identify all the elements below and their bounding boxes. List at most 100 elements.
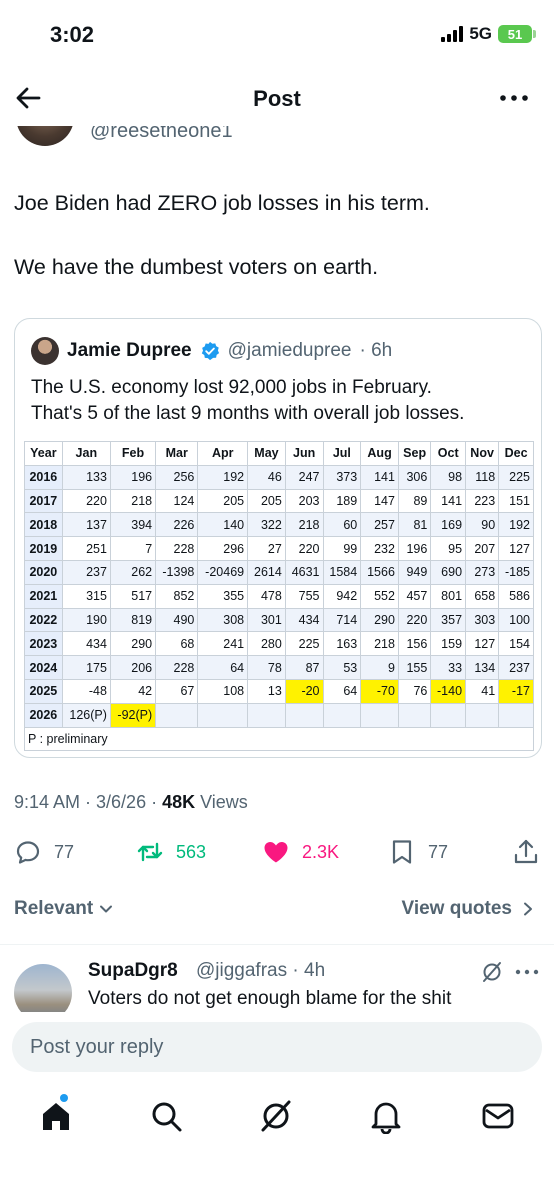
column-header: Sep [397,441,432,466]
reply-author-handle: @jiggafras [196,960,288,981]
table-cell [397,702,432,728]
table-cell: 552 [360,583,399,609]
table-cell: 225 [284,631,324,657]
battery-icon: 51 [498,25,536,43]
table-cell: 141 [360,464,399,490]
table-cell [197,702,249,728]
table-cell: 154 [498,631,534,657]
like-button[interactable]: 2.3K [262,838,339,866]
quoted-author-handle: @jamiedupree [227,340,352,361]
table-cell: 207 [465,536,500,561]
share-icon [514,839,538,864]
jobs-table: Year Jan Feb Mar Apr May Jun Jul Aug Sep Oct Nov Dec… [24,441,534,752]
reply-item[interactable]: SupaDgr8 @jiggafras · 4h Voters do not g… [0,956,554,1012]
table-cell: 658 [465,583,500,609]
table-cell: 251 [61,536,111,561]
author-avatar[interactable] [16,126,74,146]
search-icon[interactable] [148,1098,184,1134]
table-cell [498,702,534,728]
table-cell: 189 [322,488,362,514]
table-cell: 306 [397,464,432,490]
table-cell: 68 [155,631,199,657]
table-cell [430,702,467,728]
reply-author-name[interactable]: SupaDgr8 [88,960,178,982]
table-cell: 205 [247,488,286,514]
reply-composer[interactable] [12,1022,542,1072]
table-cell: 127 [498,536,534,561]
table-row: 2024 175 206 228 64 78 87 53 9 155 33 134 237 [24,655,534,680]
quoted-author-name: Jamie Dupree [67,340,192,361]
year-cell: 2020 [24,559,63,585]
home-icon[interactable] [38,1098,74,1134]
quoted-post-text: The U.S. economy lost 92,000 jobs in Feb… [31,375,531,427]
column-header: Jan [61,441,111,466]
table-cell: 218 [360,631,399,657]
repost-icon [137,842,163,862]
year-cell: 2018 [24,512,63,538]
reply-button[interactable]: 77 [14,838,74,866]
table-cell: 301 [247,607,286,633]
table-cell: 457 [397,583,432,609]
table-cell: 220 [284,536,324,561]
table-cell [360,702,399,728]
reply-icon [16,841,40,864]
bookmark-button[interactable]: 77 [388,838,448,866]
column-header: May [247,441,286,466]
table-cell: 218 [109,488,157,514]
status-time: 3:02 [50,22,95,47]
column-header: Nov [465,441,500,466]
table-cell: 262 [109,559,157,585]
table-note: P : preliminary [24,726,534,752]
column-header: Apr [197,441,249,466]
reply-input[interactable] [12,1022,542,1072]
notifications-bell-icon[interactable] [368,1098,404,1134]
table-cell: -1398 [155,559,199,585]
table-cell: 90 [465,512,500,538]
table-cell: 241 [197,631,249,657]
table-cell: 42 [109,678,157,704]
reply-more-icon[interactable] [514,960,540,984]
table-header-row: Year Jan Feb Mar Apr May Jun Jul Aug Sep Oct Nov Dec [24,441,534,466]
table-cell: 87 [284,655,324,680]
table-cell: 490 [155,607,199,633]
table-cell: 218 [284,512,324,538]
table-cell: 755 [284,583,324,609]
more-options-icon[interactable] [498,84,530,112]
post-author-row[interactable]: @reesetheone1 [0,126,554,156]
share-button[interactable] [512,838,540,866]
messages-icon[interactable] [480,1098,516,1134]
repost-button[interactable]: 563 [136,838,206,866]
table-cell: 156 [397,631,432,657]
quoted-post-card[interactable]: Jamie Dupree @jamiedupree · 6h The U.S. … [14,318,542,758]
divider [0,944,554,945]
like-count: 2.3K [302,841,340,862]
column-header: Aug [360,441,399,466]
table-cell: 13 [247,678,286,704]
reply-sort-row: Relevant View quotes [0,896,554,926]
table-cell: 1584 [322,559,362,585]
table-row: 2017 220 218 124 205 205 203 189 147 89 141 223 151 [24,488,534,514]
bottom-navigation [0,1090,554,1150]
table-cell: 357 [430,607,467,633]
quoted-text-line: The U.S. economy lost 92,000 jobs in Feb… [31,377,432,398]
relevant-sort-button[interactable]: Relevant [14,898,115,920]
table-cell: 169 [430,512,467,538]
grok-icon[interactable] [480,960,504,984]
view-quotes-link[interactable]: View quotes [401,898,536,920]
year-cell: 2017 [24,488,63,514]
page-title: Post [253,86,301,111]
table-cell: 586 [498,583,534,609]
view-count: 48K [162,792,196,812]
author-handle[interactable]: @reesetheone1 [90,126,233,143]
reply-author-avatar[interactable] [14,964,72,1012]
table-cell: 373 [322,464,362,490]
table-cell [322,702,362,728]
table-cell: 7 [109,536,157,561]
table-cell: 478 [247,583,286,609]
table-row: 2023 434 290 68 241 280 225 163 218 156 159 127 154 [24,631,534,657]
chevron-right-icon [524,902,532,916]
table-cell: 98 [430,464,467,490]
grok-nav-icon[interactable] [258,1098,294,1134]
table-cell: 33 [430,655,467,680]
quoted-text-line: That's 5 of the last 9 months with overa… [31,403,465,424]
